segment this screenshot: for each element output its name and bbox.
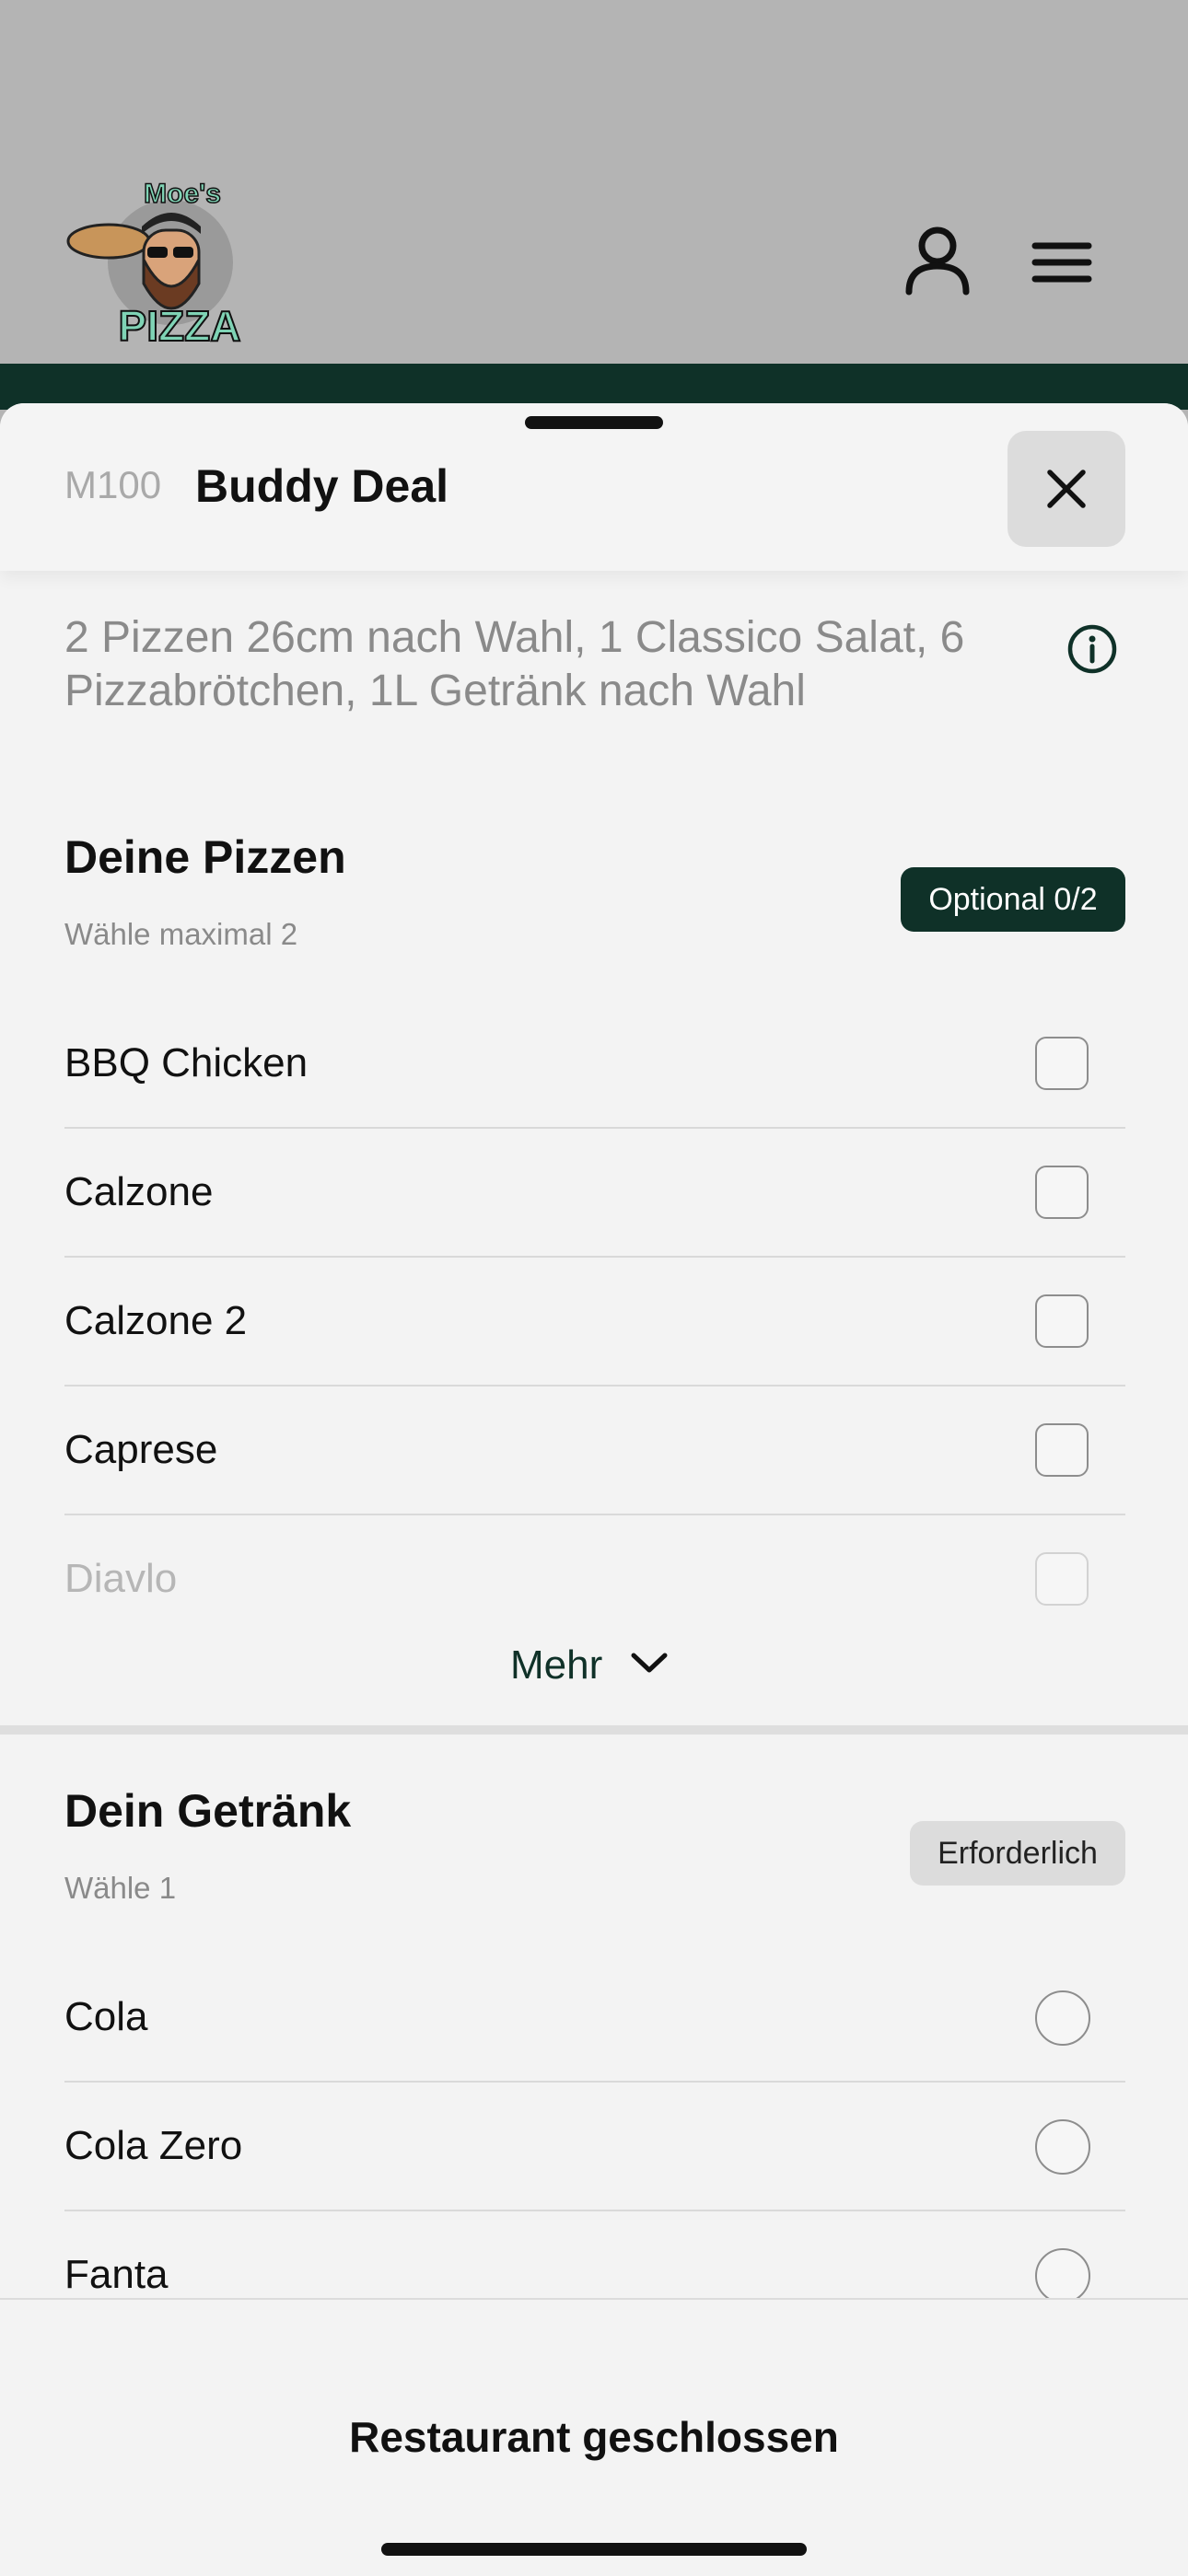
drink-option-radio[interactable]	[1035, 1990, 1090, 2046]
pizza-option-row[interactable]: BBQ Chicken	[64, 1000, 1125, 1129]
restaurant-closed-status: Restaurant geschlossen	[349, 2413, 839, 2461]
show-more-button[interactable]: Mehr	[497, 1637, 700, 1692]
sheet-header: M100 Buddy Deal	[0, 403, 1188, 571]
required-badge: Erforderlich	[910, 1821, 1125, 1886]
drink-option-label: Fanta	[64, 2252, 169, 2297]
svg-text:PIZZA: PIZZA	[119, 302, 241, 350]
pizza-option-checkbox[interactable]	[1035, 1552, 1089, 1606]
pizza-option-checkbox[interactable]	[1035, 1037, 1089, 1090]
user-icon[interactable]	[904, 226, 971, 296]
section-separator	[0, 1725, 1188, 1735]
close-icon	[1047, 470, 1086, 508]
pizza-option-label: Diavlo	[64, 1556, 178, 1601]
info-icon[interactable]	[1066, 623, 1118, 675]
pizza-section-subtitle: Wähle maximal 2	[64, 917, 298, 951]
pizza-option-checkbox[interactable]	[1035, 1423, 1089, 1477]
moes-pizza-logo[interactable]: Moe's PIZZA	[64, 175, 258, 351]
app-header: Moe's PIZZA	[0, 0, 1188, 364]
drink-option-radio[interactable]	[1035, 2119, 1090, 2175]
pizza-option-row[interactable]: Calzone	[64, 1129, 1125, 1258]
drink-option-row[interactable]: Cola Zero	[64, 2083, 1125, 2211]
pizza-option-row[interactable]: Caprese	[64, 1387, 1125, 1515]
drink-option-row[interactable]: Cola	[64, 1954, 1125, 2083]
pizza-section-title: Deine Pizzen	[64, 831, 346, 883]
pizza-option-label: Calzone	[64, 1169, 214, 1214]
drink-option-label: Cola	[64, 1994, 148, 2039]
item-title: Buddy Deal	[195, 460, 449, 512]
svg-text:Moe's: Moe's	[144, 179, 221, 209]
pizza-option-row[interactable]: Calzone 2	[64, 1258, 1125, 1387]
drink-section-title: Dein Getränk	[64, 1785, 352, 1837]
optional-badge: Optional 0/2	[901, 867, 1125, 932]
home-indicator	[381, 2543, 807, 2556]
pizza-option-label: Caprese	[64, 1427, 218, 1472]
pizza-option-label: BBQ Chicken	[64, 1040, 309, 1085]
footer: Restaurant geschlossen	[0, 2298, 1188, 2576]
drink-section-subtitle: Wähle 1	[64, 1871, 177, 1905]
item-description: 2 Pizzen 26cm nach Wahl, 1 Classico Sala…	[64, 613, 965, 715]
pizza-option-row[interactable]: Diavlo	[64, 1515, 1125, 1644]
sheet-grabber[interactable]	[525, 416, 663, 429]
pizza-option-checkbox[interactable]	[1035, 1294, 1089, 1348]
show-more-label: Mehr	[510, 1642, 603, 1688]
chevron-down-icon	[631, 1653, 668, 1673]
item-detail-sheet: M100 Buddy Deal 2 Pizzen 26cm nach Wahl,…	[0, 403, 1188, 2574]
drink-option-label: Cola Zero	[64, 2123, 243, 2168]
item-code: M100	[64, 463, 162, 506]
close-button[interactable]	[1007, 431, 1125, 547]
pizza-option-label: Calzone 2	[64, 1298, 248, 1343]
drink-option-radio[interactable]	[1035, 2248, 1090, 2303]
pizza-option-checkbox[interactable]	[1035, 1166, 1089, 1219]
hamburger-menu-icon[interactable]	[1031, 241, 1092, 284]
